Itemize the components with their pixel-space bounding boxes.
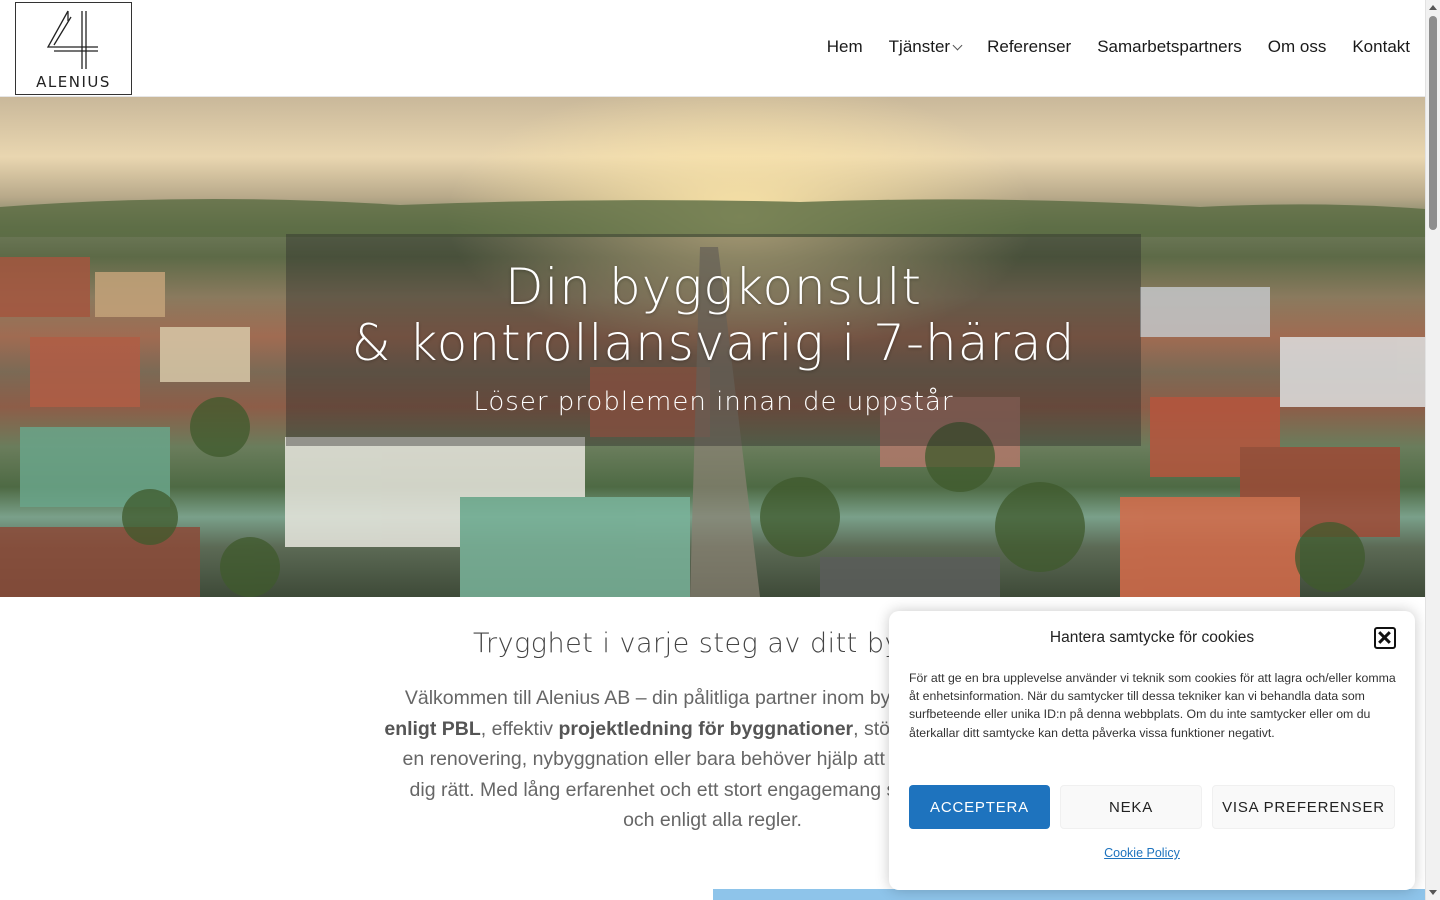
site-header: ALENIUS Hem Tjänster Referenser Samarbet…: [0, 0, 1425, 97]
accept-cookies-button[interactable]: ACCEPTERA: [909, 785, 1050, 829]
logo-text: ALENIUS: [36, 73, 111, 91]
nav-item-tjanster[interactable]: Tjänster: [888, 37, 963, 57]
nav-label: Kontakt: [1352, 37, 1410, 56]
nav-label: Referenser: [987, 37, 1072, 56]
intro-text: och enligt alla regler.: [623, 809, 802, 831]
nav-item-om-oss[interactable]: Om oss: [1268, 37, 1327, 57]
nav-item-kontakt[interactable]: Kontakt: [1352, 37, 1410, 57]
nav-item-referenser[interactable]: Referenser: [987, 37, 1071, 57]
close-icon[interactable]: [1374, 627, 1396, 649]
cookie-dialog-title: Hantera samtycke för cookies: [1049, 629, 1255, 646]
main-nav: Hem Tjänster Referenser Samarbetspartner…: [827, 37, 1410, 57]
view-preferences-button[interactable]: VISA PREFERENSER: [1212, 785, 1395, 829]
site-logo[interactable]: ALENIUS: [15, 2, 132, 95]
hero-banner: Din byggkonsult & kontrollansvarig i 7-h…: [0, 97, 1425, 597]
hero-title: Din byggkonsult & kontrollansvarig i 7-h…: [286, 259, 1141, 371]
nav-label: Om oss: [1267, 37, 1327, 56]
hero-subtitle: Löser problemen innan de uppstår: [473, 387, 954, 417]
deny-cookies-button[interactable]: NEKA: [1060, 785, 1202, 829]
next-section-image-strip: [713, 889, 1425, 900]
nav-label: Hem: [826, 37, 863, 56]
intro-bold: enligt PBL: [384, 717, 481, 740]
scroll-up-arrow-icon[interactable]: [1429, 5, 1437, 10]
nav-label: Samarbetspartners: [1097, 37, 1242, 56]
page-scrollbar[interactable]: [1425, 0, 1440, 900]
cookie-dialog-body: För att ge en bra upplevelse använder vi…: [909, 671, 1396, 740]
nav-label: Tjänster: [888, 37, 951, 56]
alenius-logo-icon: [46, 10, 98, 69]
scrollbar-thumb[interactable]: [1429, 16, 1437, 230]
hero-title-line1: Din byggkonsult: [504, 258, 922, 316]
nav-item-samarbetspartners[interactable]: Samarbetspartners: [1097, 37, 1242, 57]
nav-item-hem[interactable]: Hem: [827, 37, 863, 57]
cookie-consent-dialog: Hantera samtycke för cookies För att ge …: [889, 611, 1415, 890]
cookie-policy-link[interactable]: Cookie Policy: [889, 846, 1395, 860]
scroll-down-arrow-icon[interactable]: [1429, 890, 1437, 895]
intro-text: , effektiv: [480, 717, 559, 740]
intro-bold: projektledning för byggnationer: [558, 717, 854, 740]
chevron-down-icon: [952, 40, 963, 50]
hero-title-line2: & kontrollansvarig i 7-härad: [351, 314, 1076, 372]
